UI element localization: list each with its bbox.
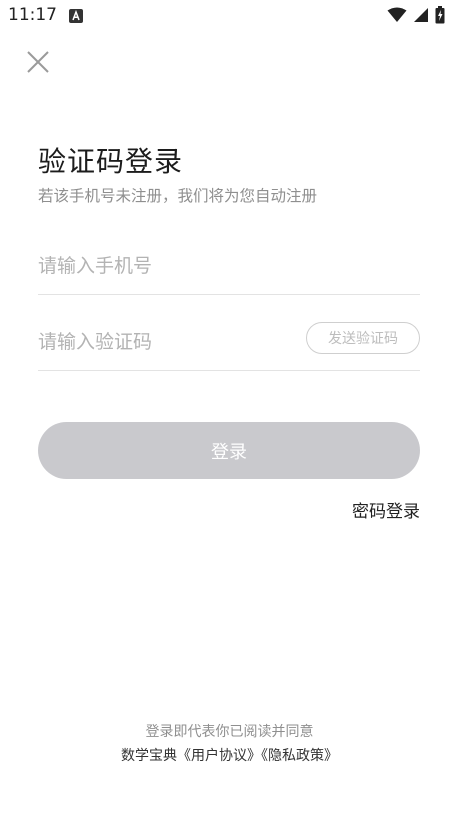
status-icons	[387, 6, 445, 24]
page-title: 验证码登录	[38, 145, 184, 178]
status-bar: 11:17	[0, 0, 459, 34]
close-button[interactable]	[24, 48, 52, 76]
login-button[interactable]: 登录	[38, 422, 420, 479]
send-code-button[interactable]: 发送验证码	[306, 322, 420, 354]
agreement-text: 登录即代表你已阅读并同意	[145, 724, 314, 740]
wifi-icon	[387, 7, 407, 22]
signal-icon	[414, 8, 428, 22]
notification-a-icon	[69, 9, 83, 23]
code-field-row: 发送验证码	[38, 316, 420, 371]
verification-code-input[interactable]	[38, 322, 288, 362]
battery-icon	[435, 6, 445, 24]
privacy-policy-link[interactable]: 《隐私政策》	[261, 748, 338, 764]
phone-field-row	[38, 240, 420, 295]
phone-input[interactable]	[38, 246, 288, 286]
app-name: 数学宝典	[121, 748, 177, 764]
user-agreement-link[interactable]: 《用户协议》	[177, 748, 261, 764]
agreement-links: 数学宝典《用户协议》《隐私政策》	[0, 745, 459, 765]
close-icon	[27, 51, 49, 73]
page-subtitle: 若该手机号未注册，我们将为您自动注册	[38, 187, 318, 205]
status-time: 11:17	[8, 5, 57, 25]
password-login-link[interactable]: 密码登录	[352, 497, 420, 522]
